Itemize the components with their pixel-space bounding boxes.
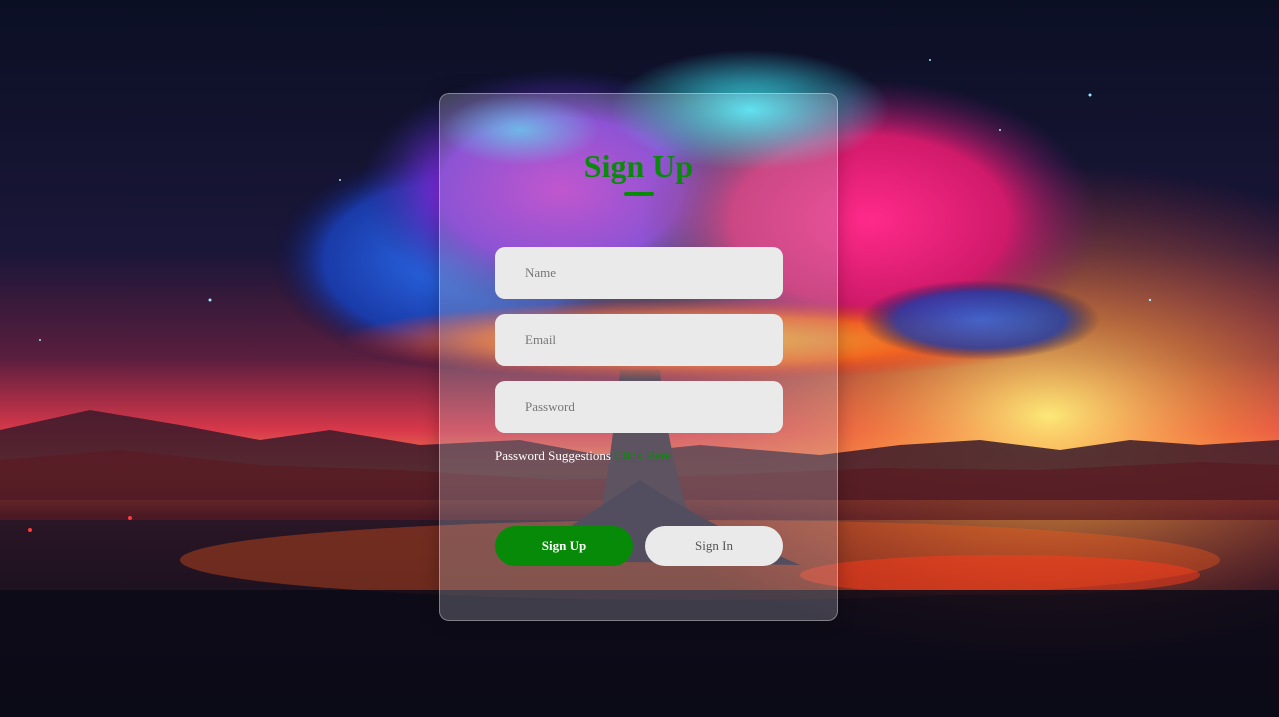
signup-button[interactable]: Sign Up bbox=[495, 526, 633, 566]
signup-card: Sign Up Password Suggestions Click Here … bbox=[439, 93, 838, 621]
password-suggestions-label: Password Suggestions bbox=[495, 448, 611, 463]
title-underline bbox=[624, 192, 654, 196]
click-here-link[interactable]: Click Here bbox=[614, 448, 671, 463]
page-title: Sign Up bbox=[583, 148, 694, 184]
password-input[interactable] bbox=[495, 381, 783, 433]
password-suggestions: Password Suggestions Click Here bbox=[495, 448, 671, 464]
signin-button[interactable]: Sign In bbox=[645, 526, 783, 566]
name-input[interactable] bbox=[495, 247, 783, 299]
email-input[interactable] bbox=[495, 314, 783, 366]
